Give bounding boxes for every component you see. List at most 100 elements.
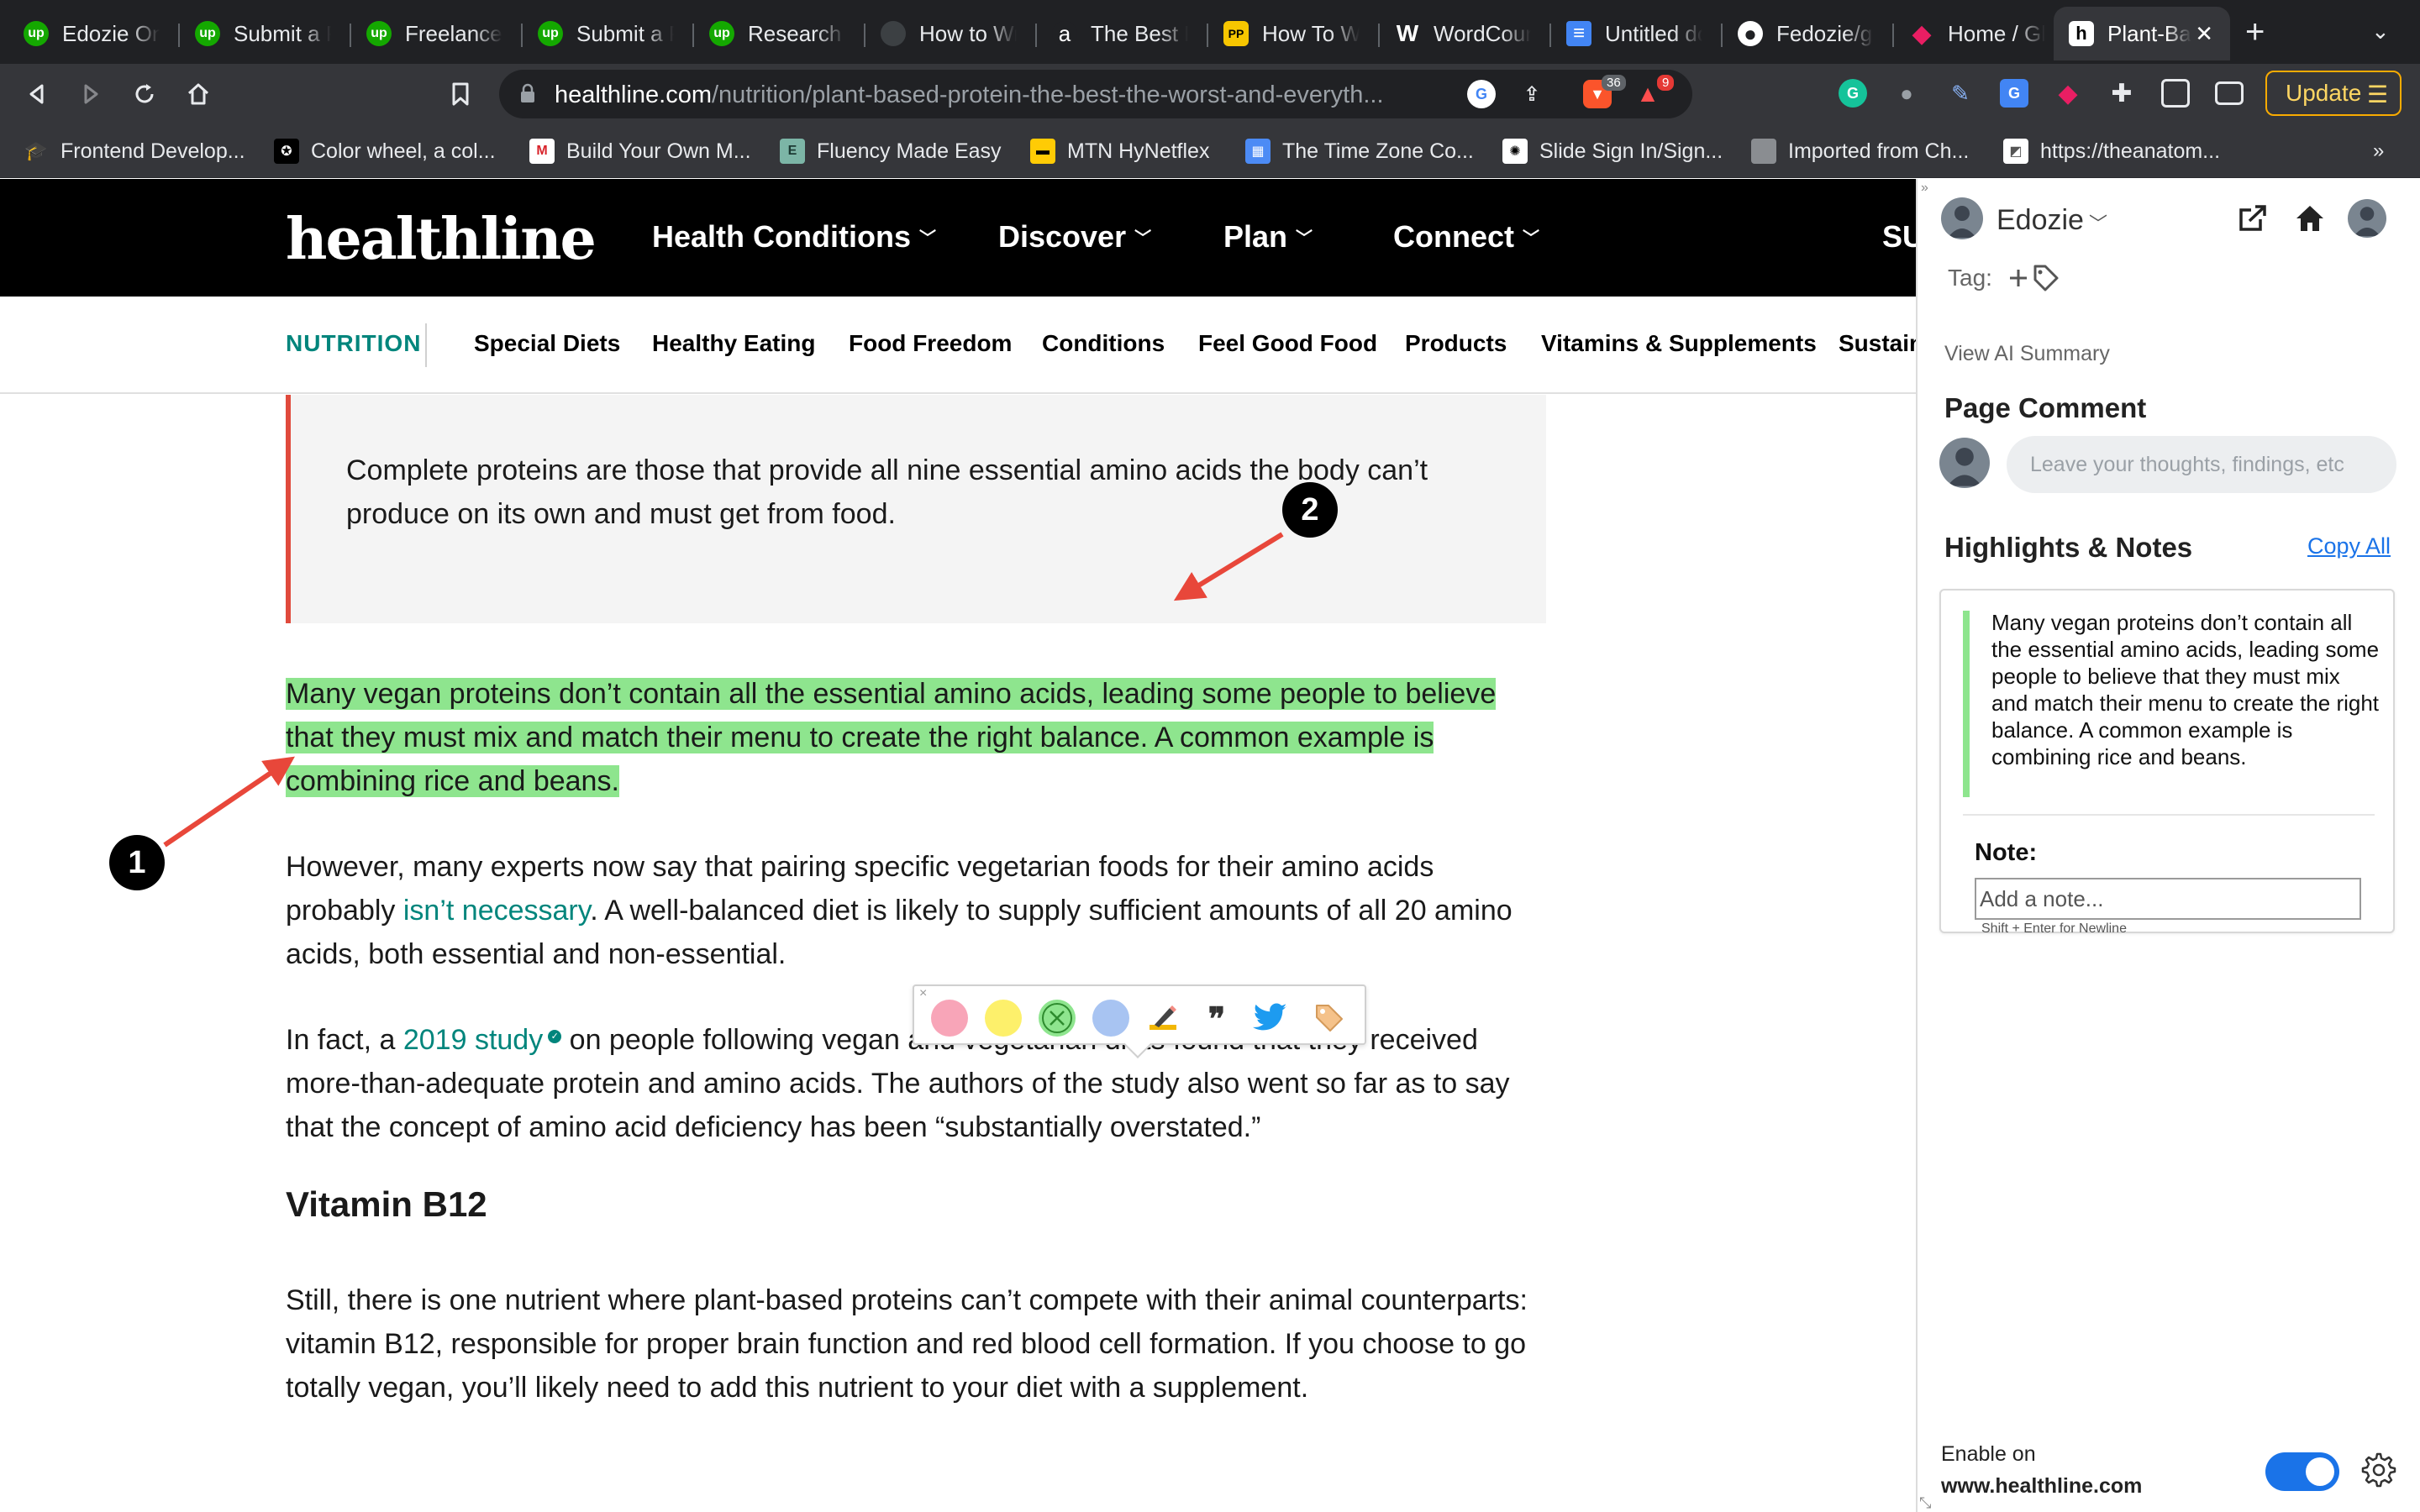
subnav-healthy-eating[interactable]: Healthy Eating: [652, 330, 815, 357]
section-heading: Vitamin B12: [286, 1184, 487, 1224]
subnav-vitamins-supplements[interactable]: Vitamins & Supplements: [1541, 330, 1817, 357]
annotation-badge-2: 2: [1282, 482, 1338, 538]
update-button[interactable]: Update ☰: [2265, 71, 2402, 116]
color-swatch-green-selected[interactable]: [1039, 1000, 1076, 1037]
mtn-icon: ▬: [1030, 139, 1055, 164]
share-icon[interactable]: [2233, 199, 2272, 238]
add-tag-button[interactable]: [2007, 261, 2062, 302]
isnt-necessary-link[interactable]: isn’t necessary: [403, 895, 590, 927]
subnav-products[interactable]: Products: [1405, 330, 1507, 357]
pen-extension-icon[interactable]: ✎: [1946, 79, 1975, 108]
bookmark-item[interactable]: 🎓 Frontend Develop...: [24, 136, 245, 166]
bookmark-folder[interactable]: ▬ Imported from Ch...: [1751, 136, 1969, 166]
mailchimp-icon: M: [529, 139, 555, 164]
page-comment-title: Page Comment: [1944, 392, 2147, 423]
new-tab-button[interactable]: +: [2245, 15, 2265, 49]
browser-tab[interactable]: WWordCounter: [1380, 7, 1546, 60]
more-bookmarks-icon[interactable]: »: [2373, 136, 2384, 166]
enable-toggle[interactable]: [2265, 1452, 2339, 1491]
color-swatch-pink[interactable]: [931, 1000, 968, 1037]
google-icon[interactable]: G: [1467, 80, 1496, 108]
bookmark-item[interactable]: ▦ The Time Zone Co...: [1245, 136, 1474, 166]
note-hint: Shift + Enter for Newline: [1981, 921, 2127, 936]
back-button[interactable]: [18, 76, 55, 113]
highlight-card[interactable]: Many vegan proteins don’t contain all th…: [1939, 589, 2395, 936]
nav-health-conditions[interactable]: Health Conditions ﹀: [652, 219, 936, 255]
toggle-knob: [2306, 1457, 2334, 1486]
browser-tab[interactable]: ●Fedozie/glasp: [1723, 7, 1889, 60]
browser-tab[interactable]: upEdozie Onyeanusi: [8, 7, 175, 60]
copy-all-link[interactable]: Copy All: [2307, 533, 2391, 559]
bookmark-item[interactable]: ◩ https://theanatom...: [2003, 136, 2220, 166]
browser-tab[interactable]: upFreelance Talent: [351, 7, 518, 60]
browser-tab[interactable]: upSubmit a Proposal: [523, 7, 689, 60]
browser-tab[interactable]: aThe Best Practices: [1037, 7, 1203, 60]
browser-tab[interactable]: PPHow To Write: [1208, 7, 1375, 60]
browser-tab[interactable]: ◆Home / Glasp: [1894, 7, 2060, 60]
resize-handle-icon[interactable]: ⤡: [1919, 1494, 1931, 1512]
bookmark-item[interactable]: M Build Your Own M...: [529, 136, 751, 166]
address-bar[interactable]: healthline.com/nutrition/plant-based-pro…: [499, 70, 1692, 118]
subnav-conditions[interactable]: Conditions: [1042, 330, 1165, 357]
browser-tab[interactable]: How to Write: [865, 7, 1032, 60]
quote-icon[interactable]: ❞: [1197, 998, 1237, 1038]
view-ai-summary-link[interactable]: View AI Summary: [1944, 342, 2110, 366]
reload-button[interactable]: [126, 76, 163, 113]
tab-search-chevron-icon[interactable]: ⌄: [2371, 18, 2390, 45]
browser-tab[interactable]: upResearch Assistant: [694, 7, 860, 60]
color-swatch-yellow[interactable]: [985, 1000, 1022, 1037]
browser-tab[interactable]: upSubmit a Proposal: [180, 7, 346, 60]
close-toolbar-icon[interactable]: ×: [919, 986, 927, 1001]
chevron-down-icon[interactable]: ﹀: [2089, 209, 2107, 236]
nav-discover[interactable]: Discover ﹀: [998, 219, 1151, 255]
bookmark-item[interactable]: ▬ MTN HyNetflex: [1030, 136, 1209, 166]
paragraph: Still, there is one nutrient where plant…: [286, 1284, 1528, 1404]
tag-icon[interactable]: [1309, 998, 1349, 1038]
highlight-card-text[interactable]: Many vegan proteins don’t contain all th…: [1991, 609, 2380, 770]
wallet-icon[interactable]: [2215, 81, 2244, 105]
subnav-food-freedom[interactable]: Food Freedom: [849, 330, 1012, 357]
extensions-puzzle-icon[interactable]: ✚: [2107, 79, 2136, 108]
2019-study-link[interactable]: 2019 study: [403, 1024, 543, 1056]
subnav-special-diets[interactable]: Special Diets: [474, 330, 620, 357]
note-label: Note:: [1975, 839, 2038, 866]
note-input[interactable]: [1975, 878, 2361, 920]
profile-avatar[interactable]: [2348, 199, 2386, 238]
page-comment-input[interactable]: [2007, 436, 2396, 493]
highlight-text[interactable]: Many vegan proteins don’t contain all th…: [286, 678, 1497, 797]
chevron-down-icon: ﹀: [1296, 229, 1313, 248]
share-icon[interactable]: ⇪: [1518, 80, 1546, 108]
sidebar-toggle-icon[interactable]: [2161, 79, 2190, 108]
settings-gear-icon[interactable]: [2360, 1451, 2398, 1489]
bookmark-item[interactable]: ✺ Slide Sign In/Sign...: [1502, 136, 1723, 166]
glasp-extension-icon[interactable]: ◆: [2054, 79, 2082, 108]
username[interactable]: Edozie: [1996, 204, 2084, 237]
subnav-feel-good-food[interactable]: Feel Good Food: [1198, 330, 1377, 357]
highlight-toolbar: × ❞: [913, 984, 1366, 1045]
close-tab-icon[interactable]: ✕: [2195, 21, 2213, 47]
section-label[interactable]: NUTRITION: [286, 330, 421, 357]
home-button[interactable]: [180, 76, 217, 113]
browser-tab-active[interactable]: hPlant-Based Protein✕: [2054, 7, 2230, 60]
enable-on-label: Enable on: [1941, 1442, 2036, 1466]
browser-tab[interactable]: ≡Untitled document: [1551, 7, 1718, 60]
home-icon[interactable]: [2291, 199, 2329, 238]
bookmark-button[interactable]: [442, 76, 479, 113]
url-text: healthline.com/nutrition/plant-based-pro…: [555, 81, 1384, 108]
forward-button[interactable]: [72, 76, 109, 113]
twitter-icon[interactable]: [1250, 998, 1291, 1038]
nav-connect[interactable]: Connect ﹀: [1393, 219, 1539, 255]
bookmark-item[interactable]: E Fluency Made Easy: [780, 136, 1002, 166]
collapse-panel-icon[interactable]: »: [1921, 181, 1928, 196]
nav-plan[interactable]: Plan ﹀: [1223, 219, 1313, 255]
healthline-logo[interactable]: healthline: [286, 206, 597, 273]
highlighted-paragraph[interactable]: Many vegan proteins don’t contain all th…: [286, 672, 1546, 803]
google-translate-icon[interactable]: G: [2000, 79, 2028, 108]
subnav-sustain[interactable]: Sustain: [1839, 330, 1923, 357]
bookmark-item[interactable]: ✪ Color wheel, a col...: [274, 136, 496, 166]
extension-icon[interactable]: ●: [1892, 79, 1921, 108]
grammarly-icon[interactable]: G: [1839, 79, 1867, 108]
note-pen-icon[interactable]: [1143, 998, 1183, 1038]
avatar[interactable]: [1941, 197, 1983, 239]
color-swatch-blue[interactable]: [1092, 1000, 1129, 1037]
